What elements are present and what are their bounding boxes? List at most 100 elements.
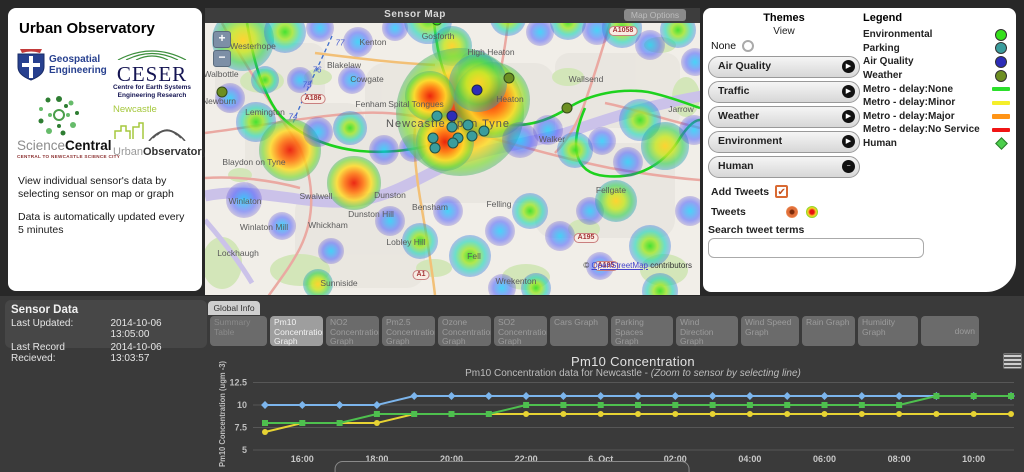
science-central-logo: ScienceCentral CENTRAL TO NEWCASTLE SCIE… xyxy=(17,139,120,159)
sensor-marker-environmental[interactable] xyxy=(432,23,443,26)
svg-text:Pm10 Concentration (ugm -3): Pm10 Concentration (ugm -3) xyxy=(217,361,227,467)
sensor-marker-parking[interactable] xyxy=(467,131,478,142)
urban-observatory-app: Urban Observatory Geospatial Engineering xyxy=(0,0,1024,472)
map-attribution: © OpenStreetMap contributors xyxy=(583,261,692,270)
map-canvas[interactable]: WalbottleWesterhopeKentonGosforthHigh He… xyxy=(205,23,700,295)
expand-icon[interactable]: ▶ xyxy=(842,60,855,73)
legend-item-metro-delay-no-service: Metro - delay:No Service xyxy=(863,123,1011,137)
accordion-label: Traffic xyxy=(718,85,750,97)
environmental-marker-icon xyxy=(995,29,1007,41)
legend-title: Legend xyxy=(863,12,1011,24)
sensor-data-section: Sensor Data Last Updated:2014-10-06 13:0… xyxy=(0,296,1024,472)
info-panel: Urban Observatory Geospatial Engineering xyxy=(8,8,202,291)
accordion-weather[interactable]: Weather▶ xyxy=(708,106,860,128)
sensor-markers xyxy=(205,23,700,295)
chart-legend: ●Newcastle Centre◆Middlesbrough■Stockton… xyxy=(335,461,690,472)
parking-marker-icon xyxy=(995,42,1007,54)
tab-no2-concentration-graph[interactable]: NO2 Concentration Graph xyxy=(326,316,379,346)
tab-humidity-graph[interactable]: Humidity Graph xyxy=(858,316,918,346)
expand-icon[interactable]: ▶ xyxy=(842,85,855,98)
sensor-marker-parking[interactable] xyxy=(432,111,443,122)
last-updated-value: 2014-10-06 13:05:00 xyxy=(110,318,201,340)
svg-text:04:00: 04:00 xyxy=(738,454,761,464)
svg-text:08:00: 08:00 xyxy=(888,454,911,464)
sensor-data-info: Sensor Data Last Updated:2014-10-06 13:0… xyxy=(5,300,207,348)
accordion-label: Air Quality xyxy=(718,60,771,72)
tab-global-info[interactable]: Global Info xyxy=(208,301,260,315)
sensor-marker-parking[interactable] xyxy=(463,120,474,131)
skyline-arcs-icon xyxy=(113,115,193,141)
tab-pm10-concentration-graph[interactable]: Pm10 Concentration Graph xyxy=(270,316,323,346)
tab-so2-concentration-graph[interactable]: SO2 Concentration Graph xyxy=(494,316,547,346)
accordion-human[interactable]: Human− xyxy=(708,156,860,178)
tweets-label: Tweets xyxy=(711,206,746,218)
sensor-marker-parking[interactable] xyxy=(479,126,490,137)
sensor-marker-air-quality[interactable] xyxy=(447,111,458,122)
openstreetmap-link[interactable]: OpenStreetMap xyxy=(591,261,647,270)
tab-summary-table[interactable]: Summary Table xyxy=(210,316,267,346)
ceser-arcs-icon xyxy=(112,50,192,60)
sensor-marker-parking[interactable] xyxy=(447,122,458,133)
panel-description-2: Data is automatically updated every 5 mi… xyxy=(18,211,193,237)
svg-text:10:00: 10:00 xyxy=(962,454,985,464)
tab-wind-speed-graph[interactable]: Wind Speed Graph xyxy=(741,316,799,346)
sensor-marker-weather[interactable] xyxy=(504,73,515,84)
weather-marker-icon xyxy=(995,70,1007,82)
sensor-marker-parking[interactable] xyxy=(448,138,459,149)
add-tweets-option: Add Tweets ✔ xyxy=(711,185,860,198)
theme-accordions: Air Quality▶Traffic▶Weather▶Environment▶… xyxy=(708,56,860,178)
legend-item-parking: Parking xyxy=(863,42,1011,56)
tweet-point-icon[interactable] xyxy=(786,206,798,218)
logo-area: Geospatial Engineering CESER Centre for … xyxy=(17,47,193,175)
svg-text:7.5: 7.5 xyxy=(234,423,247,433)
add-tweets-checkbox[interactable]: ✔ xyxy=(775,185,788,198)
legend-label: Environmental xyxy=(863,29,991,40)
svg-text:12.5: 12.5 xyxy=(229,378,247,388)
legend-label: Weather xyxy=(863,70,991,81)
geospatial-logo: Geospatial Engineering xyxy=(17,49,107,81)
expand-icon[interactable]: ▶ xyxy=(842,135,855,148)
sensor-marker-parking[interactable] xyxy=(430,143,441,154)
collapse-icon[interactable]: − xyxy=(842,160,855,173)
sensor-marker-air-quality[interactable] xyxy=(472,85,483,96)
zoom-in-button[interactable]: + xyxy=(213,31,231,48)
search-tweet-input[interactable] xyxy=(708,238,924,258)
geospatial-shield-icon xyxy=(17,49,45,81)
tab-rain-graph[interactable]: Rain Graph xyxy=(802,316,855,346)
sensor-marker-weather[interactable] xyxy=(562,103,573,114)
tab-cars-graph[interactable]: Cars Graph xyxy=(550,316,608,346)
tab-pm2-5-concentration-graph[interactable]: Pm2.5 Concentration Graph xyxy=(382,316,435,346)
tweet-heat-icon[interactable] xyxy=(806,206,818,218)
accordion-environment[interactable]: Environment▶ xyxy=(708,131,860,153)
expand-icon[interactable]: ▶ xyxy=(842,110,855,123)
tab-scroll-down[interactable]: down xyxy=(921,316,979,346)
add-tweets-label: Add Tweets xyxy=(711,186,769,198)
accordion-traffic[interactable]: Traffic ▶ xyxy=(708,81,860,103)
legend-item-metro-delay-none: Metro - delay:None xyxy=(863,82,1011,96)
legend-label: Air Quality xyxy=(863,56,991,67)
sensor-map-panel: Sensor Map Map Options xyxy=(205,8,700,295)
view-none-option: None xyxy=(711,40,860,52)
view-label: View xyxy=(708,26,860,37)
graph-tab-row: Summary TablePm10 Concentration GraphNO2… xyxy=(210,316,979,346)
map-zoom-controls: + − xyxy=(213,31,231,69)
legend-label: Parking xyxy=(863,43,991,54)
accordion-air-quality[interactable]: Air Quality ▶ xyxy=(708,56,860,78)
zoom-out-button[interactable]: − xyxy=(213,50,231,67)
tab-ozone-concentration-graph[interactable]: Ozone Concentration Graph xyxy=(438,316,491,346)
tab-wind-direction-graph[interactable]: Wind Direction Graph xyxy=(676,316,738,346)
svg-text:10: 10 xyxy=(237,400,247,410)
sensor-marker-weather[interactable] xyxy=(217,87,228,98)
map-title: Sensor Map xyxy=(205,9,625,20)
legend-label: Metro - delay:None xyxy=(863,84,991,95)
svg-text:16:00: 16:00 xyxy=(291,454,314,464)
none-radio[interactable] xyxy=(742,40,754,52)
tab-parking-spaces-graph[interactable]: Parking Spaces Graph xyxy=(611,316,673,346)
legend-item-air-quality: Air Quality xyxy=(863,55,1011,69)
page-title: Urban Observatory xyxy=(19,20,193,37)
themes-title: Themes xyxy=(708,12,860,24)
legend-label: Metro - delay:Major xyxy=(863,111,991,122)
pm10-chart: 57.51012.516:0018:0020:0022:006. Oct02:0… xyxy=(0,352,1024,472)
metro-delay-no-service-marker-icon xyxy=(992,128,1010,133)
map-options-button[interactable]: Map Options xyxy=(624,9,686,21)
